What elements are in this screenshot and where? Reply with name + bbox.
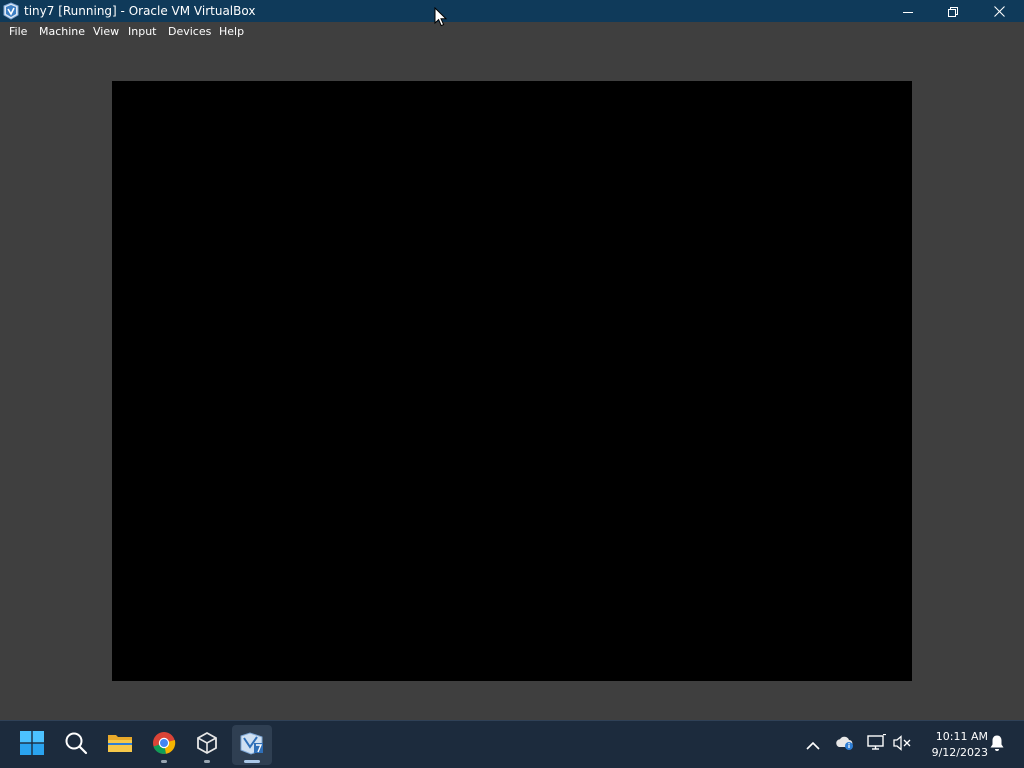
network-button[interactable] — [865, 733, 889, 757]
virtualbox-vm-icon — [239, 731, 265, 759]
menu-bar: File Machine View Input Devices Help — [0, 22, 1024, 42]
minimize-icon — [903, 2, 913, 21]
menu-file[interactable]: File — [9, 25, 27, 39]
restore-icon — [948, 2, 958, 21]
search-button[interactable] — [56, 725, 96, 765]
chrome-icon — [152, 731, 176, 759]
menu-devices[interactable]: Devices — [168, 25, 211, 39]
chevron-up-icon — [806, 736, 820, 755]
clock-time: 10:11 AM — [935, 730, 988, 743]
clock[interactable]: 10:11 AM 9/12/2023 — [918, 729, 988, 761]
start-button[interactable] — [12, 725, 52, 765]
search-icon — [64, 731, 88, 759]
minimize-button[interactable] — [885, 0, 931, 22]
clock-date: 9/12/2023 — [931, 746, 988, 759]
menu-input[interactable]: Input — [128, 25, 156, 39]
running-indicator — [161, 760, 167, 763]
folder-icon — [107, 731, 133, 759]
virtualbox-window: tiny7 [Running] - Oracle VM VirtualBox F… — [0, 0, 1024, 768]
title-bar[interactable]: tiny7 [Running] - Oracle VM VirtualBox — [0, 0, 1024, 22]
active-indicator — [244, 760, 260, 763]
volume-button[interactable] — [890, 733, 914, 757]
running-indicator — [204, 760, 210, 763]
onedrive-button[interactable] — [833, 733, 857, 757]
bell-icon — [989, 734, 1005, 756]
notifications-button[interactable] — [985, 733, 1009, 757]
onedrive-icon — [835, 735, 855, 755]
menu-machine[interactable]: Machine — [39, 25, 85, 39]
close-icon — [993, 2, 1005, 21]
volume-muted-icon — [892, 734, 912, 756]
virtualbox-manager-button[interactable] — [187, 725, 227, 765]
close-button[interactable] — [976, 0, 1022, 22]
chrome-button[interactable] — [144, 725, 184, 765]
vm-window-button[interactable] — [232, 725, 272, 765]
restore-button[interactable] — [930, 0, 976, 22]
window-title: tiny7 [Running] - Oracle VM VirtualBox — [24, 4, 256, 18]
virtualbox-icon — [195, 731, 219, 759]
show-hidden-icons-button[interactable] — [801, 733, 825, 757]
file-explorer-button[interactable] — [100, 725, 140, 765]
menu-help[interactable]: Help — [219, 25, 244, 39]
vm-display[interactable] — [112, 81, 912, 681]
windows-logo-icon — [20, 731, 44, 759]
menu-view[interactable]: View — [93, 25, 119, 39]
virtualbox-vm-icon[interactable] — [2, 2, 20, 20]
network-icon — [867, 733, 887, 756]
taskbar: 10:11 AM 9/12/2023 — [0, 720, 1024, 768]
mouse-cursor-icon — [434, 6, 448, 27]
